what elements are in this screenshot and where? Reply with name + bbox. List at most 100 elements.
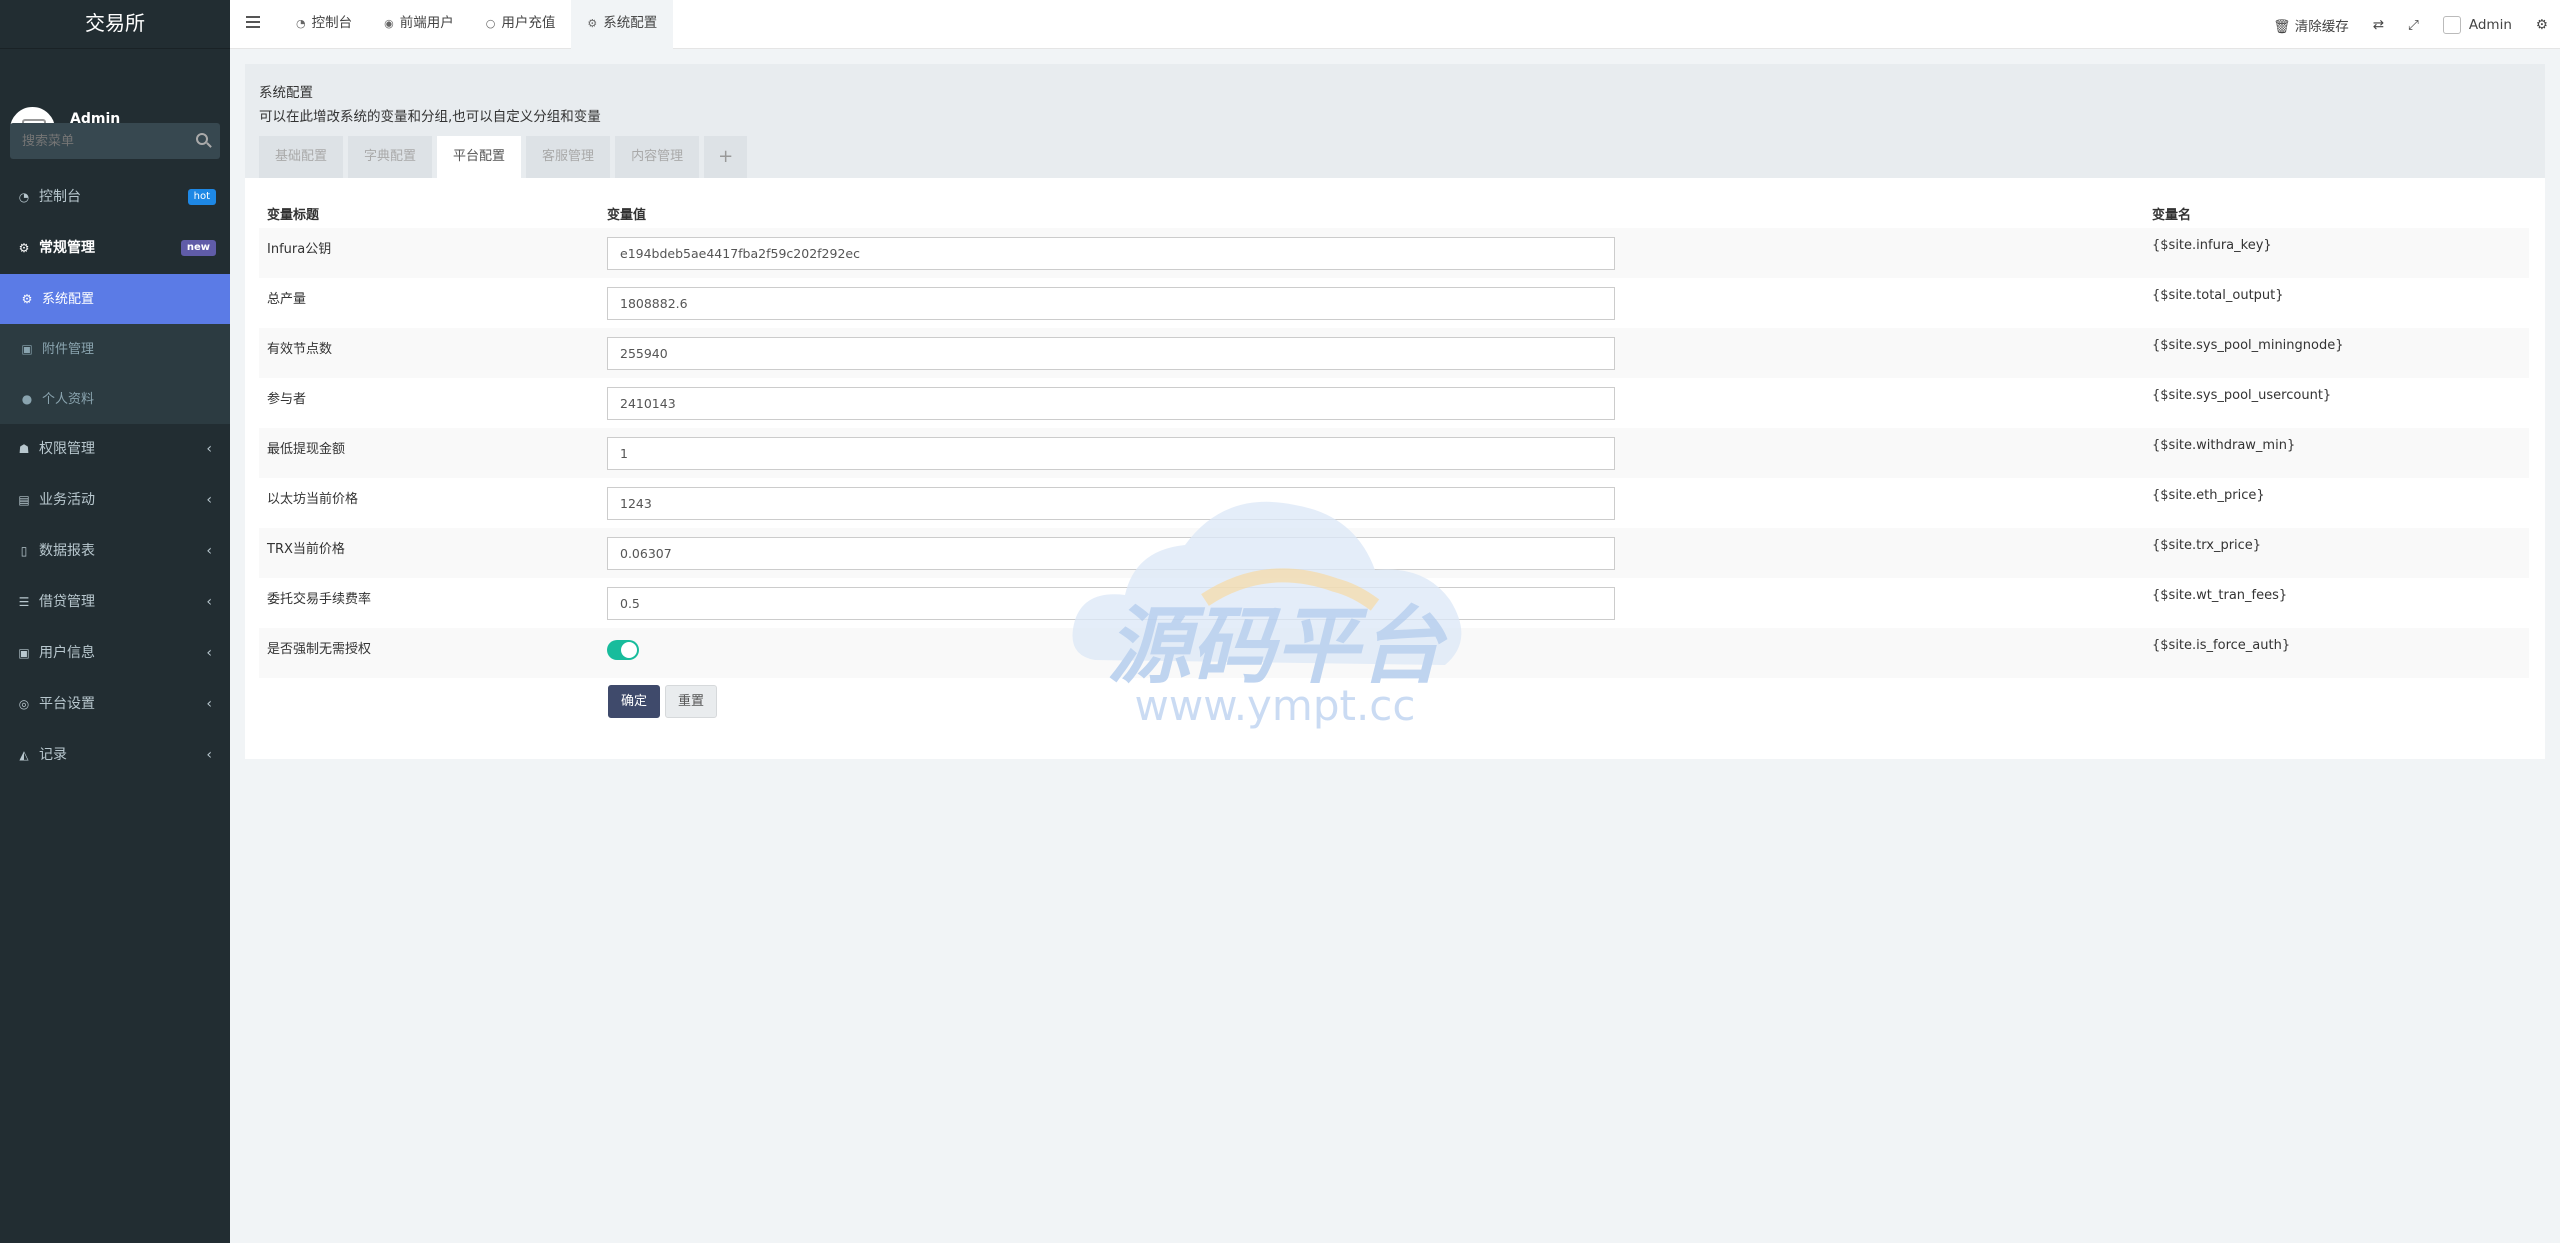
tab-user-recharge[interactable]: ○ 用户充值 bbox=[470, 0, 572, 49]
user-circle-icon: ◉ bbox=[384, 17, 394, 30]
topbar: ◔ 控制台 ◉ 前端用户 ○ 用户充值 ⚙ 系统配置 🗑 清除缓存 ⇄ ⤢ Admin … bbox=[230, 0, 2560, 49]
sidebar-item-reports[interactable]: ▯ 数据报表 ‹ bbox=[0, 526, 230, 577]
admin-menu[interactable]: Admin bbox=[2442, 15, 2512, 34]
settings-icon[interactable]: ⚙ bbox=[2536, 17, 2548, 33]
row-title: 委托交易手续费率 bbox=[267, 592, 372, 607]
file-text-icon: ▯ bbox=[20, 544, 28, 558]
sidebar-item-label: 控制台 bbox=[39, 189, 81, 205]
sidebar-item-profile[interactable]: ● 个人资料 bbox=[0, 374, 230, 424]
sidebar-item-label: 记录 bbox=[39, 747, 67, 763]
sidebar-item-records[interactable]: ◭ 记录 ‹ bbox=[0, 730, 230, 781]
config-panel: 系统配置 可以在此增改系统的变量和分组,也可以自定义分组和变量 基础配置 字典配… bbox=[245, 64, 2545, 759]
column-header-title: 变量标题 bbox=[267, 207, 320, 223]
add-group-button[interactable]: + bbox=[704, 136, 748, 178]
mining-node-input[interactable]: 255940 bbox=[607, 337, 1615, 370]
circle-icon: ○ bbox=[485, 17, 496, 30]
tab-frontend-users[interactable]: ◉ 前端用户 bbox=[368, 0, 470, 49]
group-icon: ☗ bbox=[18, 442, 30, 456]
dashboard-icon: ◔ bbox=[296, 17, 306, 30]
column-header-value: 变量值 bbox=[607, 207, 647, 223]
tab-platform-config[interactable]: 平台配置 bbox=[437, 136, 522, 178]
user-count-input[interactable]: 2410143 bbox=[607, 387, 1615, 420]
sidebar-item-permissions[interactable]: ☗ 权限管理 ‹ bbox=[0, 424, 230, 475]
chevron-left-icon: ‹ bbox=[206, 543, 212, 559]
chevron-left-icon: ‹ bbox=[206, 594, 212, 610]
trx-price-input[interactable]: 0.06307 bbox=[607, 537, 1615, 570]
tab-content-management[interactable]: 内容管理 bbox=[615, 136, 700, 178]
row-title: 最低提现金额 bbox=[259, 428, 599, 478]
tab-dashboard[interactable]: ◔ 控制台 bbox=[280, 0, 368, 49]
sidebar-item-business[interactable]: ▤ 业务活动 ‹ bbox=[0, 475, 230, 526]
total-output-input[interactable]: 1808882.6 bbox=[607, 287, 1615, 320]
sidebar-item-label: 系统配置 bbox=[42, 292, 95, 307]
menu-toggle-icon[interactable] bbox=[246, 16, 260, 28]
page-title: 系统配置 bbox=[259, 85, 313, 101]
chevron-left-icon: ‹ bbox=[206, 441, 212, 457]
tab-customer-service[interactable]: 客服管理 bbox=[526, 136, 611, 178]
sidebar-item-attachments[interactable]: ▣ 附件管理 bbox=[0, 324, 230, 374]
clear-cache-button[interactable]: 🗑 清除缓存 bbox=[2273, 15, 2348, 35]
topbar-actions: 🗑 清除缓存 ⇄ ⤢ Admin ⚙ bbox=[2249, 0, 2548, 49]
sidebar-item-system-config[interactable]: ⚙ 系统配置 bbox=[0, 274, 230, 324]
config-tabs: 基础配置 字典配置 平台配置 客服管理 内容管理 + bbox=[259, 136, 752, 178]
table-row: 是否强制无需授权 {$site.is_force_auth} bbox=[259, 628, 2529, 678]
sidebar-item-platform[interactable]: ◎ 平台设置 ‹ bbox=[0, 679, 230, 730]
form-actions: 确定 重置 bbox=[608, 685, 722, 718]
tab-dictionary-config[interactable]: 字典配置 bbox=[348, 136, 433, 178]
row-title: 是否强制无需授权 bbox=[259, 628, 599, 678]
dashboard-icon: ◔ bbox=[18, 190, 30, 204]
row-var-name: {$site.is_force_auth} bbox=[2144, 628, 2529, 678]
trade-fee-input[interactable]: 0.5 bbox=[607, 587, 1615, 620]
chevron-left-icon: ‹ bbox=[206, 747, 212, 763]
withdraw-min-input[interactable]: 1 bbox=[607, 437, 1615, 470]
tab-basic-config[interactable]: 基础配置 bbox=[259, 136, 344, 178]
row-title: 参与者 bbox=[267, 392, 307, 407]
row-var-name: {$site.infura_key} bbox=[2144, 228, 2529, 278]
page-description: 可以在此增改系统的变量和分组,也可以自定义分组和变量 bbox=[259, 109, 601, 125]
submenu-general: ⚙ 系统配置 ▣ 附件管理 ● 个人资料 bbox=[0, 274, 230, 424]
language-icon[interactable]: ⇄ bbox=[2373, 17, 2384, 33]
area-chart-icon: ◭ bbox=[19, 748, 29, 762]
tab-system-config[interactable]: ⚙ 系统配置 bbox=[571, 0, 674, 49]
clear-cache-label: 清除缓存 bbox=[2294, 18, 2349, 35]
infura-key-input[interactable]: e194bdeb5ae4417fba2f59c202f292ec bbox=[607, 237, 1615, 270]
fullscreen-icon[interactable]: ⤢ bbox=[2408, 17, 2419, 33]
row-title: Infura公钥 bbox=[259, 228, 599, 278]
money-icon: ▤ bbox=[18, 493, 30, 507]
search-input[interactable] bbox=[10, 123, 190, 159]
config-table: 变量标题 变量值 变量名 Infura公钥 e194bdeb5ae4417fba… bbox=[259, 198, 2529, 678]
address-book-icon: ▣ bbox=[18, 646, 30, 660]
eth-price-input[interactable]: 1243 bbox=[607, 487, 1615, 520]
user-panel: Admin 在线 bbox=[0, 49, 230, 152]
row-var-name: {$site.sys_pool_usercount} bbox=[2152, 388, 2332, 403]
confirm-button[interactable]: 确定 bbox=[608, 685, 661, 718]
sidebar-item-label: 常规管理 bbox=[39, 240, 95, 256]
hot-badge: hot bbox=[187, 189, 216, 205]
sidebar-item-users[interactable]: ▣ 用户信息 ‹ bbox=[0, 628, 230, 679]
app-logo[interactable]: 交易所 bbox=[0, 0, 230, 49]
chevron-left-icon: ‹ bbox=[206, 696, 212, 712]
chevron-left-icon: ‹ bbox=[206, 645, 212, 661]
admin-avatar bbox=[2442, 15, 2461, 34]
cogs-icon: ⚙ bbox=[18, 241, 30, 255]
table-row: Infura公钥 e194bdeb5ae4417fba2f59c202f292e… bbox=[259, 228, 2529, 278]
search-icon[interactable] bbox=[196, 133, 208, 145]
row-var-name: {$site.total_output} bbox=[2152, 288, 2284, 303]
row-var-name: {$site.trx_price} bbox=[2144, 528, 2529, 578]
column-header-name: 变量名 bbox=[2152, 207, 2192, 223]
sidebar-item-label: 权限管理 bbox=[39, 441, 95, 457]
sidebar-item-loans[interactable]: ☰ 借贷管理 ‹ bbox=[0, 577, 230, 628]
nav-tabs: ◔ 控制台 ◉ 前端用户 ○ 用户充值 ⚙ 系统配置 bbox=[280, 0, 674, 49]
sidebar-item-general[interactable]: ⚙ 常规管理 new bbox=[0, 223, 230, 274]
sidebar-item-label: 用户信息 bbox=[39, 645, 95, 661]
tab-label: 控制台 bbox=[311, 15, 353, 31]
sidebar-item-dashboard[interactable]: ◔ 控制台 hot bbox=[0, 172, 230, 223]
row-var-name: {$site.eth_price} bbox=[2152, 488, 2265, 503]
admin-name: Admin bbox=[2468, 16, 2512, 33]
table-row: 有效节点数 255940 {$site.sys_pool_miningnode} bbox=[259, 328, 2529, 378]
force-auth-toggle[interactable] bbox=[607, 640, 639, 660]
table-row: 以太坊当前价格 1243 {$site.eth_price} bbox=[259, 478, 2529, 528]
table-row: 总产量 1808882.6 {$site.total_output} bbox=[259, 278, 2529, 328]
reset-button[interactable]: 重置 bbox=[665, 685, 718, 718]
row-var-name: {$site.withdraw_min} bbox=[2144, 428, 2529, 478]
